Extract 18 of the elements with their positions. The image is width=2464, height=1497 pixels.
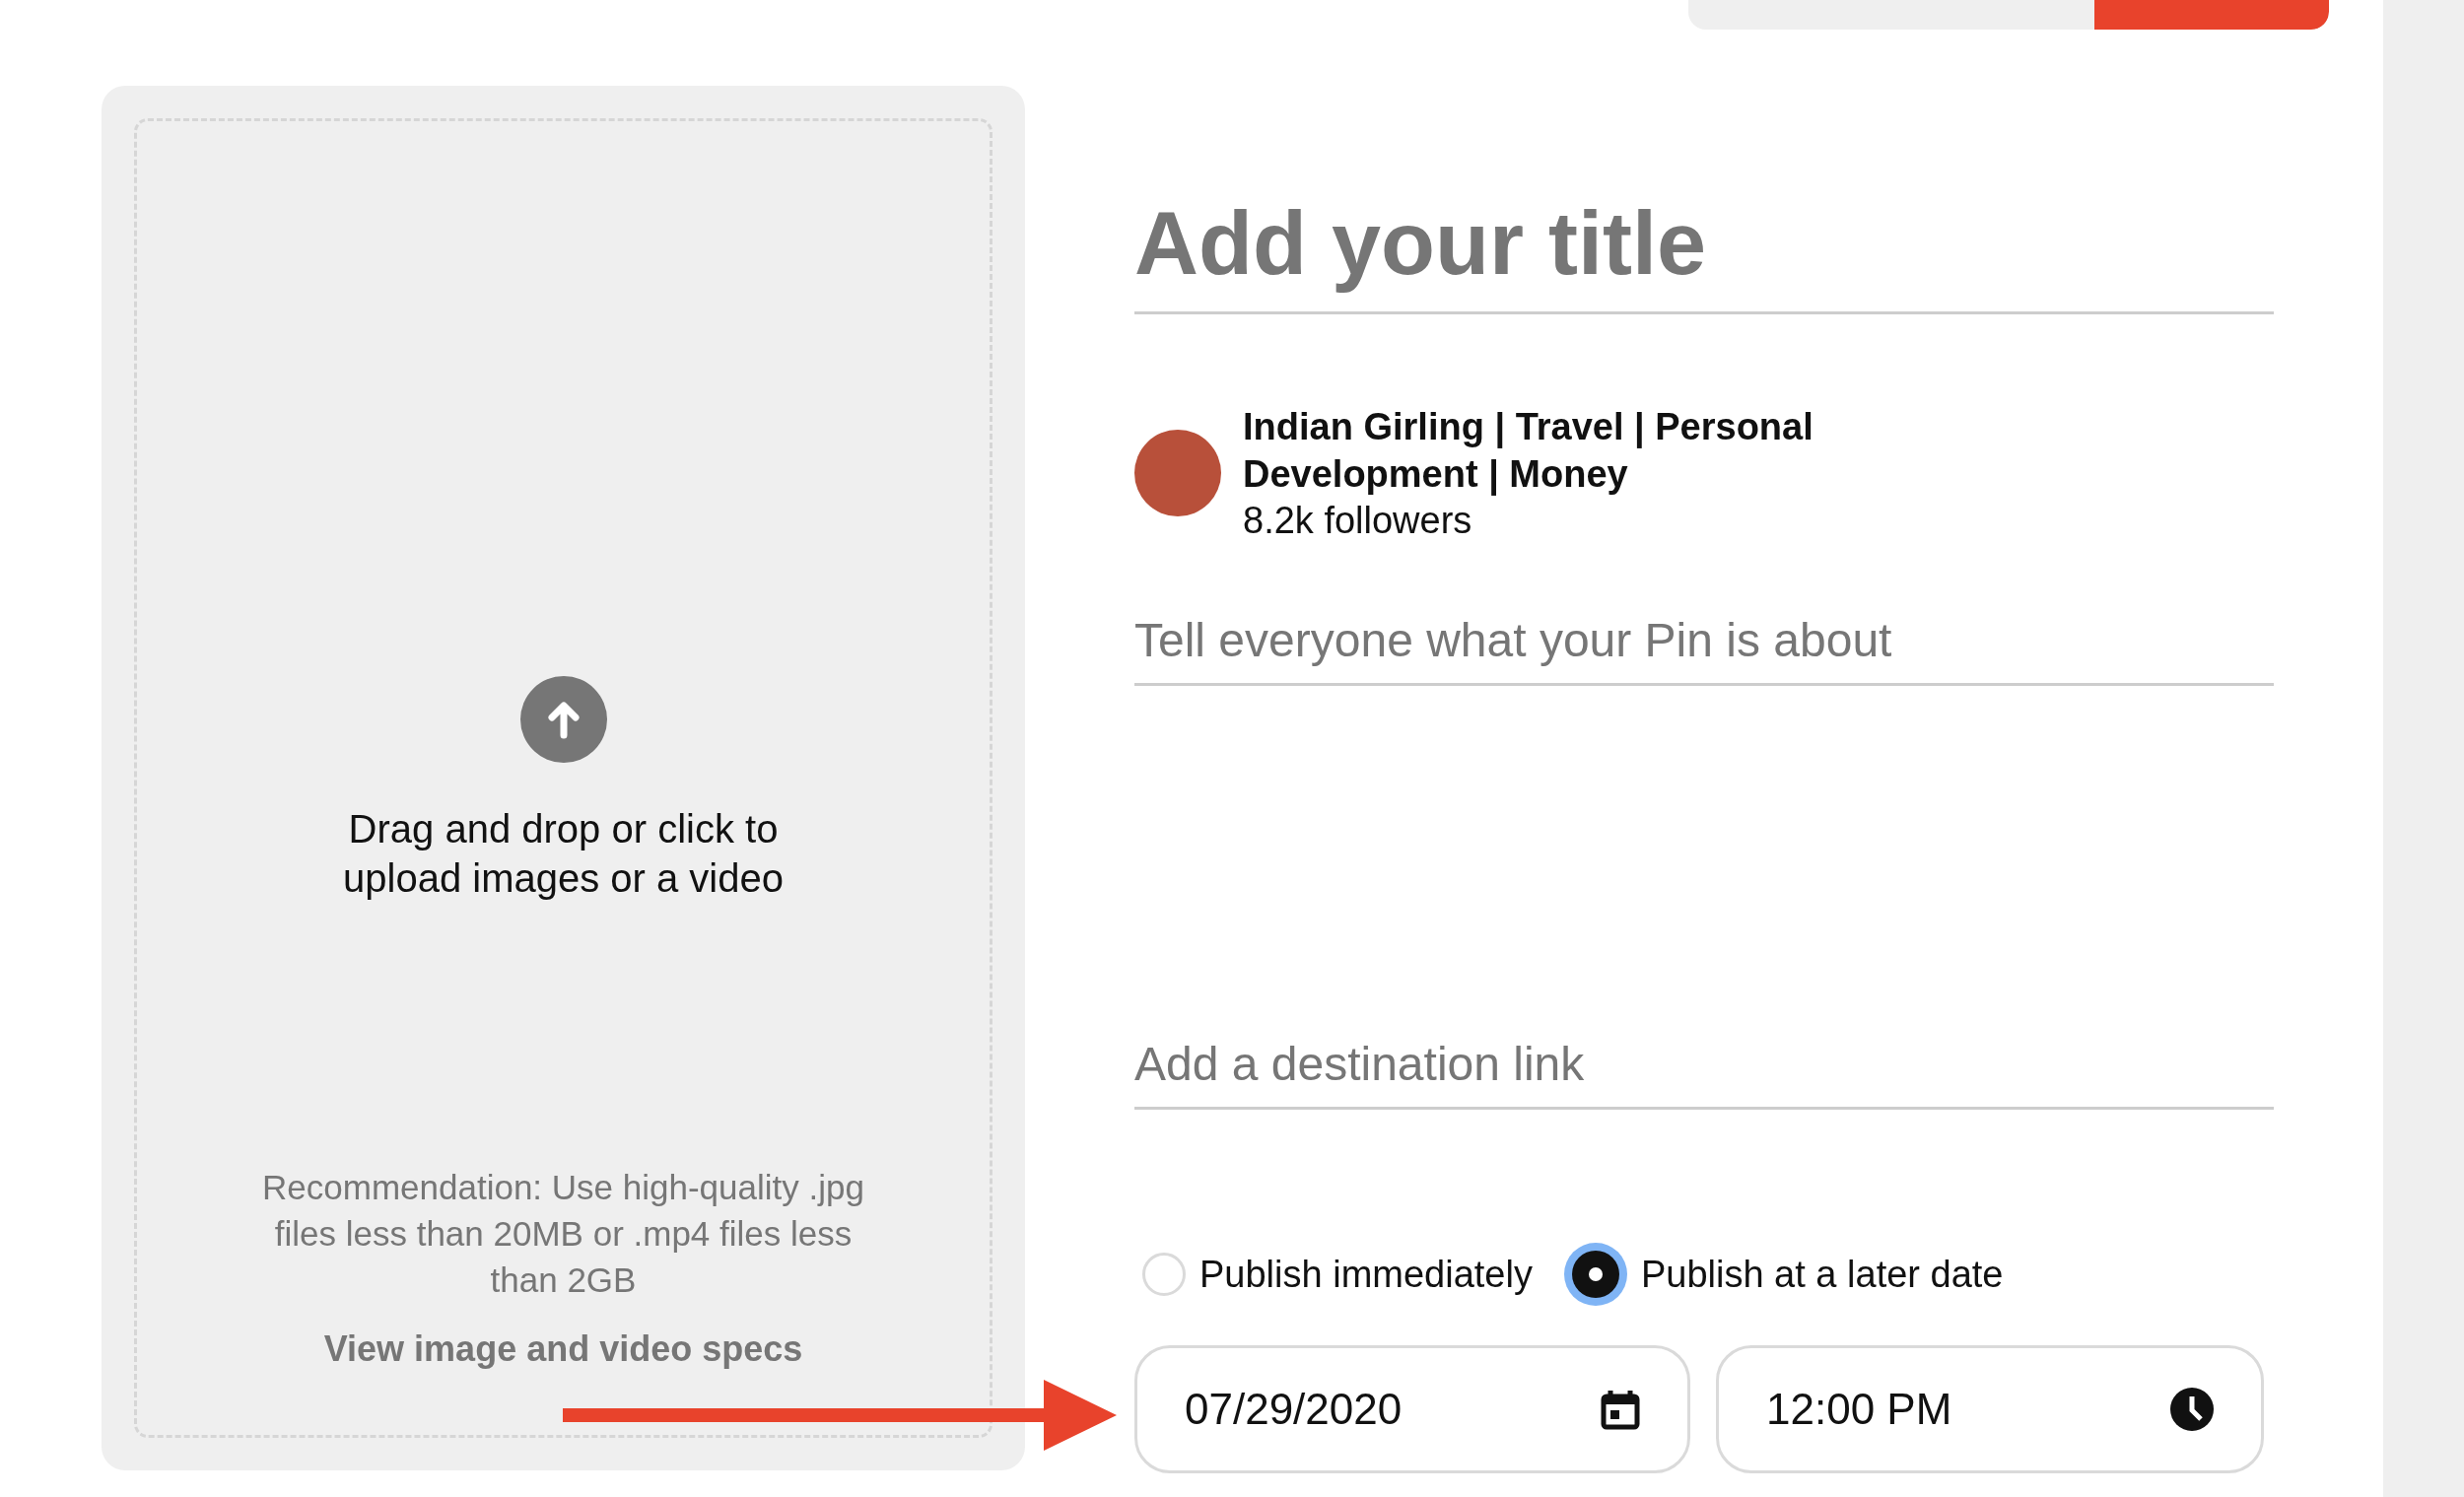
upload-icon[interactable] (519, 676, 607, 763)
follower-count: 8.2k followers (1243, 499, 1473, 543)
radio-button[interactable] (1142, 1253, 1186, 1296)
link-field[interactable]: Add a destination link (1134, 1021, 2274, 1110)
specs-link[interactable]: View image and video specs (323, 1323, 803, 1376)
recommendation-text: Recommendation: Use high-quality .jpg files less than 20MB or .mp4 files less than 2GB (261, 1167, 865, 1301)
title-field[interactable]: Add your title (1134, 176, 2274, 314)
date-field[interactable]: 07/29/2020 (1134, 1345, 1690, 1473)
time-value: 12:00 PM (1766, 1384, 1952, 1435)
upload-instructions: Drag and drop or click to upload images or a video (342, 806, 785, 902)
clock-icon (2170, 1388, 2214, 1431)
radio-label[interactable]: Publish immediately (1199, 1246, 1533, 1303)
profile-name: Indian Girling | Travel | Personal Development | Money (1243, 405, 1814, 498)
radio-label[interactable]: Publish at a later date (1640, 1246, 2004, 1303)
date-value: 07/29/2020 (1185, 1384, 1403, 1435)
time-field[interactable]: 12:00 PM (1716, 1345, 2264, 1473)
description-field[interactable]: Tell everyone what your Pin is about (1134, 597, 2274, 686)
calendar-icon (1601, 1389, 1640, 1430)
